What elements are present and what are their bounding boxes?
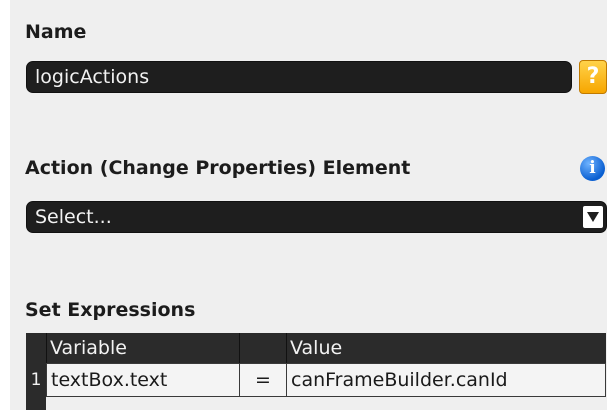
name-input[interactable]: logicActions <box>26 61 572 93</box>
operator-cell[interactable]: = <box>239 363 287 397</box>
help-icon[interactable]: ? <box>579 60 607 94</box>
column-header-variable[interactable]: Variable <box>46 333 239 363</box>
name-label: Name <box>25 21 87 43</box>
properties-panel: Name logicActions ? Action (Change Prope… <box>10 0 607 410</box>
action-element-select[interactable]: Select... <box>26 201 607 233</box>
row-number: 1 <box>26 363 46 397</box>
table-row[interactable]: 1 textBox.text = canFrameBuilder.canId <box>26 363 606 397</box>
column-header-value[interactable]: Value <box>286 333 606 363</box>
set-expressions-label: Set Expressions <box>25 299 196 321</box>
chevron-down-icon[interactable] <box>583 206 603 228</box>
column-header-operator[interactable] <box>239 333 286 363</box>
value-cell[interactable]: canFrameBuilder.canId <box>286 363 606 397</box>
expressions-table: Variable Value 1 textBox.text = canFrame… <box>26 333 606 410</box>
action-element-select-value: Select... <box>35 206 112 228</box>
action-element-label: Action (Change Properties) Element <box>25 157 411 179</box>
variable-cell[interactable]: textBox.text <box>46 363 240 397</box>
table-header: Variable Value <box>26 333 606 363</box>
row-header-strip <box>26 397 46 410</box>
info-icon[interactable]: i <box>580 156 605 181</box>
